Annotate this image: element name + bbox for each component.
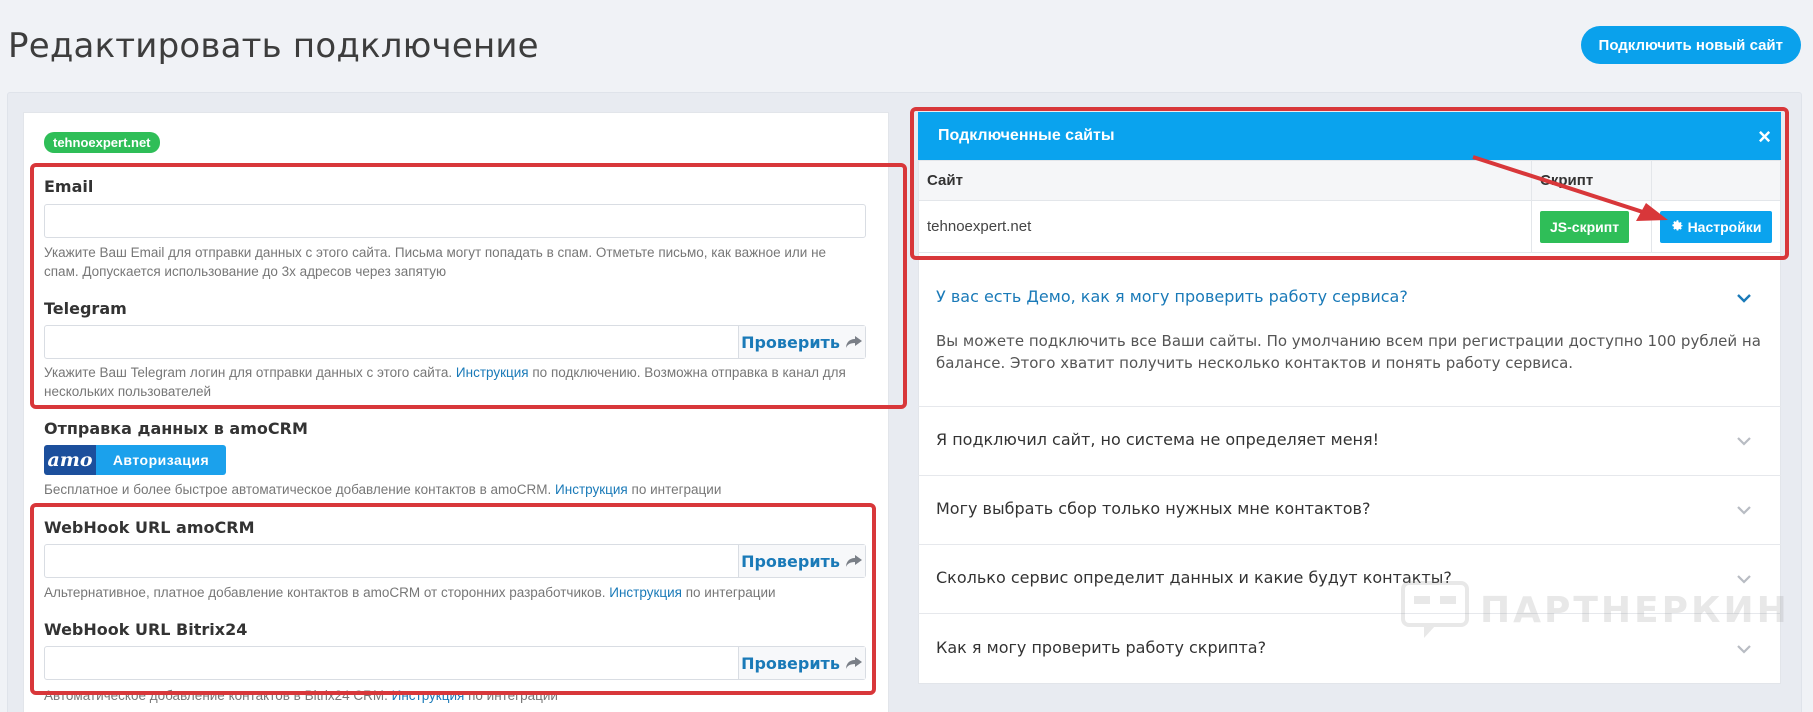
watermark-text: ПАРТНЕРКИН	[1480, 589, 1790, 631]
faq-item[interactable]: У вас есть Демо, как я могу проверить ра…	[918, 268, 1781, 406]
site-badge: tehnoexpert.net	[44, 132, 160, 153]
chevron-down-icon[interactable]	[1737, 505, 1751, 515]
faq-question[interactable]: Могу выбрать сбор только нужных мне конт…	[936, 499, 1370, 518]
webhook-amocrm-hint-text: Альтернативное, платное добавление конта…	[44, 585, 606, 600]
chevron-down-icon[interactable]	[1737, 436, 1751, 446]
table-row: tehnoexpert.net JS-скрипт Настройки	[917, 200, 1781, 253]
telegram-check-label: Проверить	[741, 332, 840, 352]
script-cell: JS-скрипт	[1531, 200, 1652, 253]
share-arrow-icon	[845, 336, 862, 348]
email-label: Email	[44, 177, 94, 196]
webhook-amocrm-check-button[interactable]: Проверить	[738, 545, 865, 577]
column-header-actions	[1651, 160, 1781, 201]
amocrm-hint-text: Бесплатное и более быстрое автоматическо…	[44, 482, 552, 497]
amocrm-hint-text-after: по интеграции	[631, 482, 722, 497]
chevron-down-icon[interactable]	[1737, 293, 1751, 303]
faq-question[interactable]: У вас есть Демо, как я могу проверить ра…	[936, 287, 1408, 306]
column-header-script: Скрипт	[1531, 160, 1652, 201]
email-hint: Укажите Ваш Email для отправки данных с …	[44, 245, 827, 279]
telegram-hint: Укажите Ваш Telegram логин для отправки …	[44, 363, 864, 401]
webhook-amocrm-check-label: Проверить	[741, 551, 840, 571]
telegram-label: Telegram	[44, 299, 127, 318]
amocrm-logo: amo	[44, 445, 96, 475]
faq-question[interactable]: Сколько сервис определит данных и какие …	[936, 568, 1452, 587]
connected-sites-header: Подключенные сайты ×	[918, 112, 1781, 160]
amocrm-auth-control[interactable]: amo Авторизация	[44, 445, 226, 475]
webhook-amocrm-label: WebHook URL amoCRM	[44, 518, 255, 537]
telegram-check-button[interactable]: Проверить	[738, 326, 865, 358]
telegram-field: Проверить	[44, 325, 866, 359]
site-cell: tehnoexpert.net	[917, 200, 1533, 253]
webhook-bitrix-field: Проверить	[44, 646, 866, 680]
webhook-bitrix-hint: Автоматическое добавление контактов в Bi…	[44, 686, 864, 705]
webhook-amocrm-field: Проверить	[44, 544, 866, 578]
webhook-bitrix-input[interactable]	[45, 647, 735, 679]
webhook-amocrm-hint-text-after: по интеграции	[685, 585, 776, 600]
telegram-hint-text: Укажите Ваш Telegram логин для отправки …	[44, 365, 453, 380]
telegram-input[interactable]	[45, 326, 735, 358]
webhook-bitrix-check-button[interactable]: Проверить	[738, 647, 865, 679]
webhook-bitrix-instruction-link[interactable]: Инструкция	[392, 688, 465, 703]
connect-new-site-button[interactable]: Подключить новый сайт	[1580, 26, 1801, 64]
faq-question[interactable]: Как я могу проверить работу скрипта?	[936, 638, 1266, 657]
connected-sites-table: Сайт Скрипт tehnoexpert.net JS-скрипт На…	[917, 160, 1781, 253]
actions-cell: Настройки	[1651, 200, 1781, 253]
chevron-down-icon[interactable]	[1737, 644, 1751, 654]
amocrm-instruction-link[interactable]: Инструкция	[555, 482, 628, 497]
column-header-site: Сайт	[917, 160, 1533, 201]
settings-button-label: Настройки	[1687, 218, 1762, 235]
share-arrow-icon	[845, 657, 862, 669]
webhook-amocrm-instruction-link[interactable]: Инструкция	[609, 585, 682, 600]
webhook-amocrm-hint: Альтернативное, платное добавление конта…	[44, 583, 864, 602]
gear-icon	[1671, 220, 1683, 231]
webhook-bitrix-label: WebHook URL Bitrix24	[44, 620, 248, 639]
telegram-instruction-link[interactable]: Инструкция	[456, 365, 529, 380]
webhook-bitrix-hint-text-after: по интеграции	[468, 688, 558, 703]
amocrm-label: Отправка данных в amoCRM	[44, 419, 308, 438]
watermark: ПАРТНЕРКИН	[1400, 580, 1790, 640]
page-title: Редактировать подключение	[8, 26, 539, 66]
faq-item[interactable]: Я подключил сайт, но система не определя…	[918, 406, 1781, 475]
partnerkin-logo-icon	[1401, 581, 1469, 638]
close-icon[interactable]: ×	[1758, 124, 1771, 150]
webhook-bitrix-check-label: Проверить	[741, 653, 840, 673]
js-script-button[interactable]: JS-скрипт	[1540, 210, 1630, 243]
amocrm-hint: Бесплатное и более быстрое автоматическо…	[44, 480, 864, 499]
connected-sites-title: Подключенные сайты	[938, 127, 1115, 144]
webhook-bitrix-hint-text: Автоматическое добавление контактов в Bi…	[44, 688, 388, 703]
settings-button[interactable]: Настройки	[1660, 210, 1772, 243]
faq-answer: Вы можете подключить все Ваши сайты. По …	[936, 332, 1761, 372]
share-arrow-icon	[845, 555, 862, 567]
email-input[interactable]	[44, 204, 866, 238]
faq-item[interactable]: Могу выбрать сбор только нужных мне конт…	[918, 475, 1781, 544]
amocrm-auth-button[interactable]: Авторизация	[96, 445, 226, 475]
webhook-amocrm-input[interactable]	[45, 545, 735, 577]
faq-question[interactable]: Я подключил сайт, но система не определя…	[936, 430, 1379, 449]
